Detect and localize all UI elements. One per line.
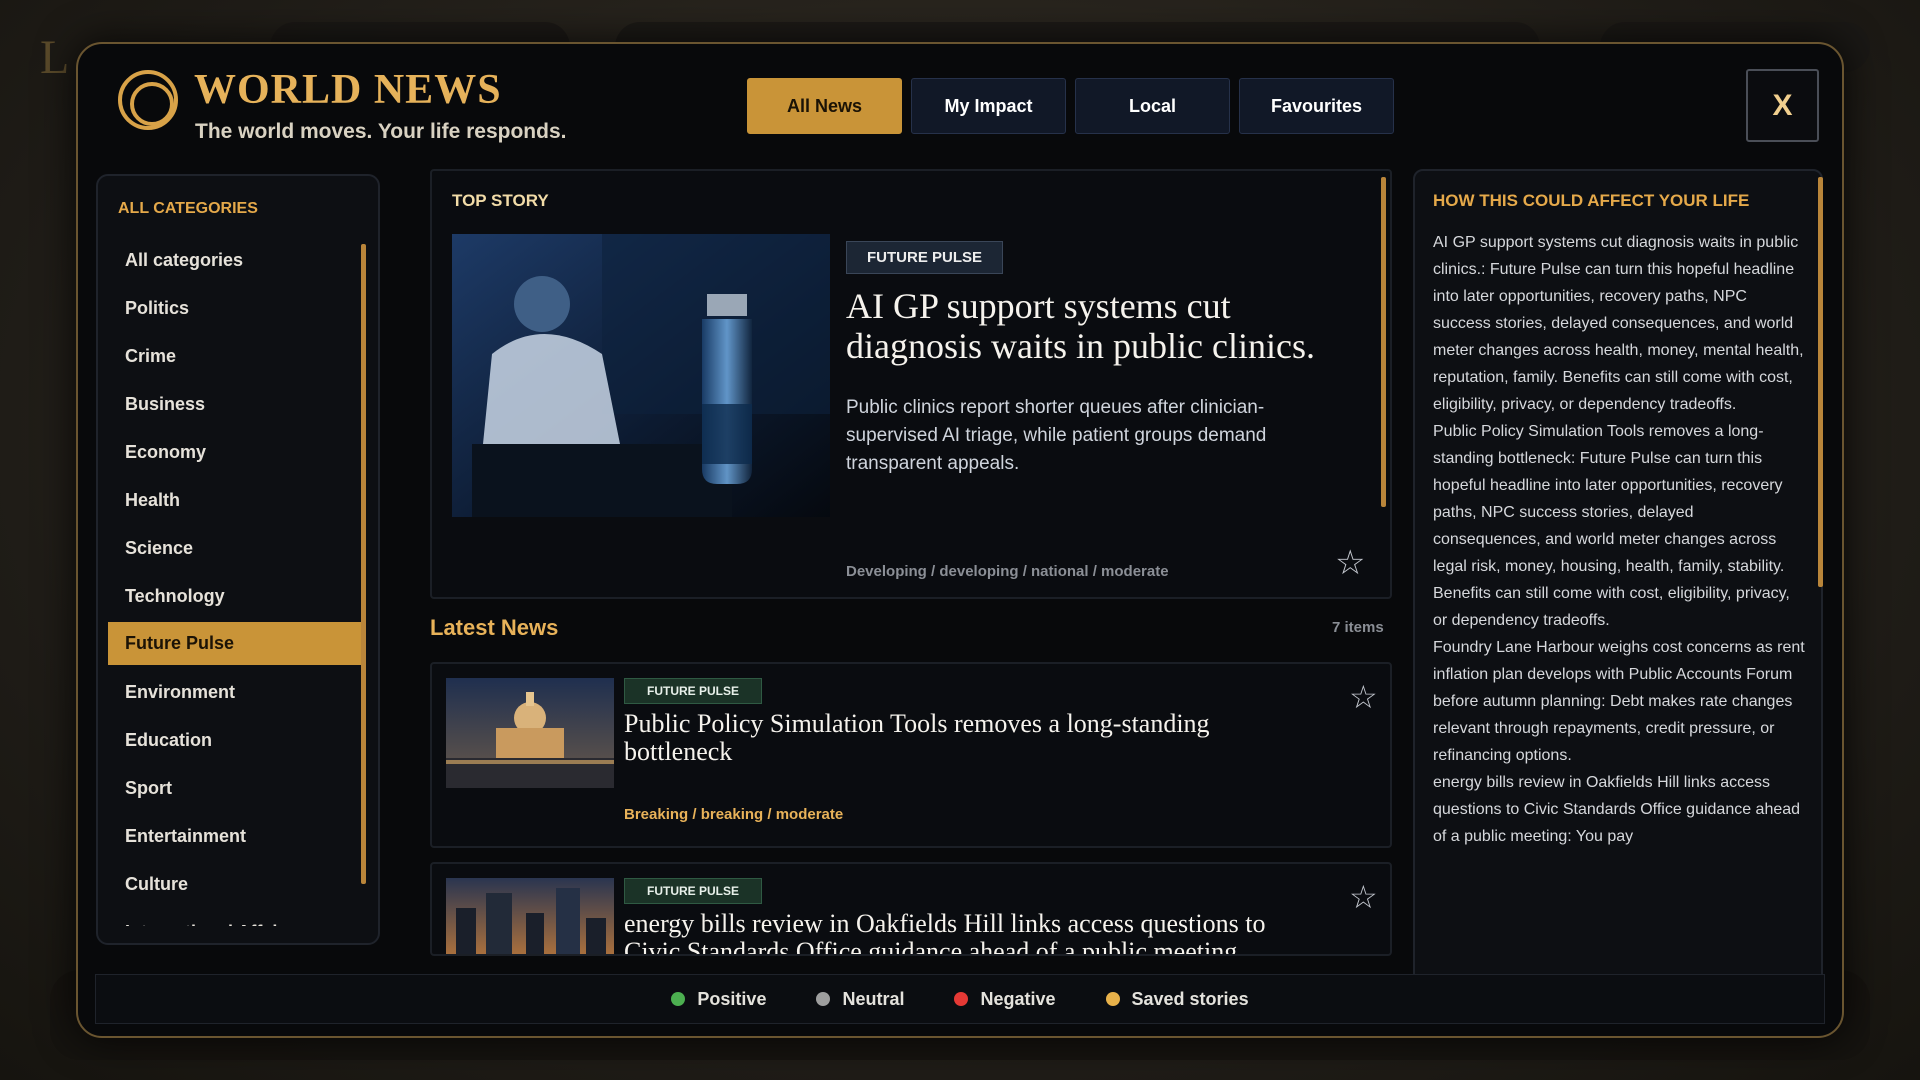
impact-heading: HOW THIS COULD AFFECT YOUR LIFE: [1433, 191, 1750, 210]
sentiment-legend: Positive Neutral Negative Saved stories: [95, 974, 1825, 1024]
legend-label: Negative: [980, 988, 1056, 1009]
sidebar-item-environment[interactable]: Environment: [108, 668, 366, 716]
sidebar-item-health[interactable]: Health: [108, 476, 366, 524]
legend-negative: Negative: [954, 988, 1056, 1010]
legend-label: Saved stories: [1131, 988, 1249, 1009]
legend-positive: Positive: [671, 989, 766, 1010]
news-item-meta: Breaking / breaking / moderate: [624, 806, 844, 823]
impact-paragraph: Public Policy Simulation Tools removes a…: [1433, 423, 1790, 629]
top-story-title[interactable]: AI GP support systems cut diagnosis wait…: [846, 286, 1366, 366]
sidebar-item-science[interactable]: Science: [108, 524, 366, 572]
top-story-image: [452, 234, 830, 517]
negative-dot-icon: [954, 992, 969, 1006]
news-item[interactable]: FUTURE PULSE energy bills review in Oakf…: [430, 862, 1392, 956]
latest-news-count: 7 items: [1332, 619, 1384, 636]
brand-title: WORLD NEWS: [194, 67, 502, 113]
impact-text: AI GP support systems cut diagnosis wait…: [1433, 229, 1805, 949]
legend-saved: Saved stories: [1105, 988, 1249, 1010]
impact-scrollbar[interactable]: [1818, 177, 1823, 587]
news-item-title[interactable]: Public Policy Simulation Tools removes a…: [624, 710, 1324, 766]
top-story-card[interactable]: TOP STORY FUTURE PULSE AI GP support sys…: [430, 169, 1392, 599]
globe-logo-icon: [118, 70, 178, 130]
favourite-star-icon[interactable]: ☆: [1349, 878, 1378, 916]
category-sidebar: ALL CATEGORIES All categories Politics C…: [96, 174, 380, 945]
sidebar-item-economy[interactable]: Economy: [108, 428, 366, 476]
sidebar-item-future-pulse[interactable]: Future Pulse: [108, 622, 366, 665]
favourite-star-icon[interactable]: ☆: [1349, 678, 1378, 716]
close-button[interactable]: X: [1746, 69, 1819, 142]
latest-news-heading: Latest News: [430, 615, 559, 640]
legend-label: Neutral: [842, 988, 905, 1009]
sidebar-item-education[interactable]: Education: [108, 716, 366, 764]
tab-all-news[interactable]: All News: [747, 78, 902, 134]
top-story-label: TOP STORY: [452, 191, 549, 210]
saved-dot-icon: [1105, 992, 1120, 1006]
news-item[interactable]: FUTURE PULSE Public Policy Simulation To…: [430, 662, 1392, 848]
impact-paragraph: Foundry Lane Harbour weighs cost concern…: [1433, 639, 1805, 764]
favourite-star-icon[interactable]: ☆: [1335, 543, 1365, 583]
world-news-modal: WORLD NEWS The world moves. Your life re…: [76, 42, 1844, 1038]
news-item-image: [446, 878, 614, 954]
sidebar-item-crime[interactable]: Crime: [108, 332, 366, 380]
sidebar-item-all-categories[interactable]: All categories: [108, 236, 366, 284]
news-item-image: [446, 678, 614, 788]
background-logo: L: [40, 31, 70, 84]
sidebar-item-technology[interactable]: Technology: [108, 572, 366, 620]
brand-tagline: The world moves. Your life responds.: [195, 120, 567, 143]
sidebar-item-international-affairs[interactable]: International Affairs: [108, 908, 366, 927]
sidebar-item-culture[interactable]: Culture: [108, 860, 366, 908]
tab-my-impact[interactable]: My Impact: [911, 78, 1066, 134]
sidebar-item-entertainment[interactable]: Entertainment: [108, 812, 366, 860]
impact-paragraph: energy bills review in Oakfields Hill li…: [1433, 774, 1801, 845]
news-item-category-badge: FUTURE PULSE: [624, 678, 763, 704]
top-story-category-badge: FUTURE PULSE: [846, 241, 1004, 274]
sidebar-item-politics[interactable]: Politics: [108, 284, 366, 332]
impact-paragraph: AI GP support systems cut diagnosis wait…: [1433, 234, 1804, 413]
sidebar-scrollbar[interactable]: [361, 244, 366, 884]
sidebar-item-business[interactable]: Business: [108, 380, 366, 428]
impact-panel: HOW THIS COULD AFFECT YOUR LIFE AI GP su…: [1413, 169, 1823, 999]
top-story-description: Public clinics report shorter queues aft…: [846, 397, 1267, 474]
positive-dot-icon: [671, 992, 686, 1006]
tab-favourites[interactable]: Favourites: [1239, 78, 1394, 134]
legend-label: Positive: [697, 988, 767, 1009]
tab-local[interactable]: Local: [1075, 78, 1230, 134]
legend-neutral: Neutral: [816, 989, 904, 1010]
top-story-meta: Developing / developing / national / mod…: [846, 563, 1169, 580]
neutral-dot-icon: [816, 992, 831, 1006]
top-story-scrollbar[interactable]: [1381, 177, 1386, 507]
news-item-category-badge: FUTURE PULSE: [624, 878, 763, 904]
news-tabs: All News My Impact Local Favourites: [747, 78, 1394, 134]
news-item-title[interactable]: energy bills review in Oakfields Hill li…: [624, 910, 1324, 955]
sidebar-heading: ALL CATEGORIES: [118, 200, 258, 217]
category-list: All categories Politics Crime Business E…: [108, 236, 366, 926]
sidebar-item-sport[interactable]: Sport: [108, 764, 366, 812]
